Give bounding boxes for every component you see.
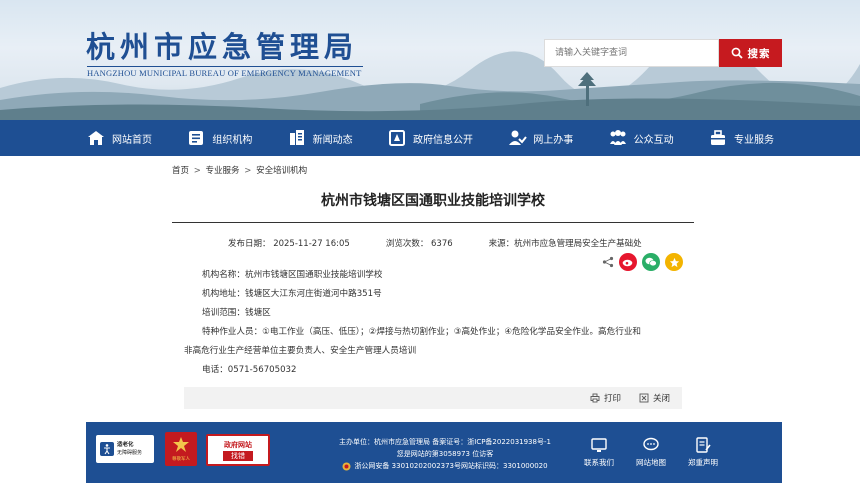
home-icon (88, 131, 104, 145)
footer-links: 联系我们 网站地图 郑重声明 (580, 436, 722, 468)
close-icon (639, 393, 649, 403)
close-button[interactable]: 关闭 (639, 392, 670, 404)
breadcrumb: 首页 > 专业服务 > 安全培训机构 (172, 164, 307, 176)
nav-item-label: 专业服务 (733, 134, 774, 146)
breadcrumb-training-org[interactable]: 安全培训机构 (256, 166, 307, 176)
accessibility-icon (100, 442, 114, 456)
org-address-line: 机构地址：钱塘区大江东河庄街道河中路351号 (202, 289, 382, 299)
site-subtitle-en: HANGZHOU MUNICIPAL BUREAU OF EMERGENCY M… (87, 66, 363, 78)
monitor-icon (591, 438, 607, 452)
gov-site-label: 政府网站 (224, 440, 252, 449)
gov-site-error-badge[interactable]: 政府网站 找错 (206, 434, 270, 466)
breadcrumb-separator: > (193, 166, 201, 176)
breadcrumb-home[interactable]: 首页 (172, 166, 189, 176)
main-nav: 网站首页 组织机构 新闻动态 政府信息公开 网上办事 公众互动 专业服务 (0, 120, 860, 156)
accessibility-label: 适老化 (117, 442, 134, 448)
view-count: 浏览次数： 6376 (385, 239, 453, 249)
nav-item-home[interactable]: 网站首页 (80, 120, 158, 156)
gov-info-icon (388, 130, 405, 146)
nav-item-news[interactable]: 新闻动态 (281, 120, 359, 156)
accessibility-badge[interactable]: 适老化 无障碍服务 (96, 435, 154, 463)
footer-sponsor-line: 主办单位：杭州市应急管理局 备案证号：浙ICP备2022031938号-1 (339, 438, 551, 446)
org-icon (189, 131, 204, 145)
print-icon (590, 393, 600, 403)
nav-item-label: 网上办事 (533, 134, 574, 146)
nav-item-label: 组织机构 (212, 134, 253, 146)
breadcrumb-professional-service[interactable]: 专业服务 (206, 166, 240, 176)
nav-item-label: 公众互动 (633, 134, 674, 146)
nav-item-professional-service[interactable]: 专业服务 (702, 120, 780, 156)
nav-item-org[interactable]: 组织机构 (180, 120, 258, 156)
search-input[interactable] (544, 39, 719, 67)
training-scope-line: 培训范围：钱塘区 (202, 308, 271, 318)
close-label: 关闭 (652, 394, 670, 404)
article-body: 机构名称：杭州市钱塘区国通职业技能培训学校 机构地址：钱塘区大江东河庄街道河中路… (184, 266, 684, 380)
footer-link-label: 网站地图 (636, 458, 666, 467)
military-respect-badge[interactable]: 尊敬军人 (165, 432, 197, 466)
news-icon (289, 130, 304, 145)
search-button-label: 搜索 (747, 47, 771, 60)
accessibility-sublabel: 无障碍服务 (117, 450, 143, 456)
document-edit-icon (696, 437, 711, 453)
search-icon (731, 47, 743, 59)
site-map-link[interactable]: 网站地图 (632, 436, 670, 468)
title-divider (172, 222, 694, 223)
print-label: 打印 (603, 394, 621, 404)
public-security-line: 浙公网安备 33010202002373号网站标识码：3301000020 (354, 462, 548, 470)
article-source: 来源：杭州市应急管理局安全生产基础处 (488, 239, 642, 249)
professional-service-icon (710, 130, 725, 145)
nav-item-interaction[interactable]: 公众互动 (602, 120, 680, 156)
disclaimer-link[interactable]: 郑重声明 (684, 436, 722, 468)
phone-line: 电话：0571-56705032 (202, 365, 297, 375)
find-error-label: 找错 (223, 450, 253, 461)
footer-link-label: 郑重声明 (688, 458, 718, 467)
article-meta: 发布日期： 2025-11-27 16:05 浏览次数： 6376 来源：杭州市… (228, 237, 642, 249)
org-name-line: 机构名称：杭州市钱塘区国通职业技能培训学校 (202, 270, 383, 280)
nav-item-online-service[interactable]: 网上办事 (501, 120, 579, 156)
print-bar: 打印 关闭 (184, 387, 682, 409)
online-service-icon (509, 130, 528, 145)
breadcrumb-separator: > (244, 166, 252, 176)
footer-link-label: 联系我们 (584, 458, 614, 467)
nav-item-label: 政府信息公开 (412, 134, 473, 146)
site-title: 杭州市应急管理局 (86, 30, 359, 64)
article-title: 杭州市钱塘区国通职业技能培训学校 (321, 193, 545, 209)
site-header: 杭州市应急管理局 HANGZHOU MUNICIPAL BUREAU OF EM… (0, 0, 860, 120)
contact-us-link[interactable]: 联系我们 (580, 436, 618, 468)
nav-item-label: 网站首页 (112, 134, 152, 146)
nav-item-gov-info[interactable]: 政府信息公开 (381, 120, 479, 156)
visitor-count-line: 您是网站的第3058973 位访客 (396, 450, 494, 458)
search-button[interactable]: 搜索 (719, 39, 782, 67)
footer-info: 主办单位：杭州市应急管理局 备案证号：浙ICP备2022031938号-1 您是… (300, 436, 590, 472)
special-ops-line-cont: 非高危行业生产经营单位主要负责人、安全生产管理人员培训 (184, 346, 417, 356)
military-emblem-icon (173, 437, 189, 452)
publish-date: 发布日期： 2025-11-27 16:05 (228, 239, 350, 249)
police-badge-icon (342, 462, 351, 470)
print-button[interactable]: 打印 (590, 392, 621, 404)
nav-item-label: 新闻动态 (312, 134, 353, 146)
interaction-icon (609, 130, 626, 145)
military-respect-label: 尊敬军人 (172, 457, 190, 462)
special-ops-line: 特种作业人员：①电工作业（高压、低压）；②焊接与热切割作业；③高处作业；④危险化… (202, 327, 642, 337)
chat-bubble-icon (643, 437, 659, 451)
